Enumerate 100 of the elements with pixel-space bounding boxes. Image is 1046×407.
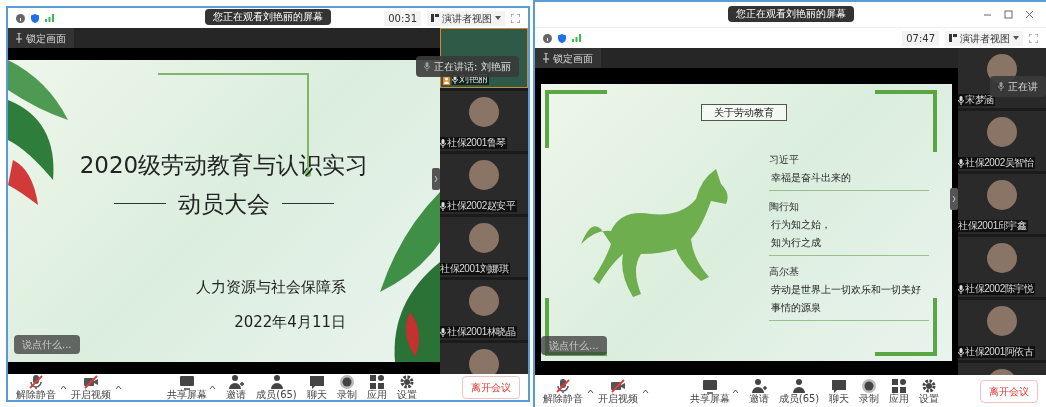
layout-icon [949, 34, 957, 42]
info-icon[interactable] [16, 13, 25, 23]
screen-share-banner: 您正在观看刘艳丽的屏幕 [205, 9, 331, 25]
participant-name: 社保2001林晓晶 [447, 326, 516, 338]
caret-icon[interactable] [115, 384, 122, 390]
toolbar-button[interactable]: 开启视频 [598, 378, 638, 404]
view-mode-dropdown[interactable]: 演讲者视图 [427, 10, 505, 26]
participant-name: 社保2002吴智怡 [965, 157, 1034, 169]
quote-author: 陶行知 [769, 200, 800, 214]
shield-icon[interactable] [558, 33, 566, 43]
quote-text: 知为行之成 [770, 236, 822, 250]
participant-name: 社保2002赵安平 [447, 200, 516, 212]
avatar [987, 243, 1017, 273]
leave-meeting-button[interactable]: 离开会议 [980, 379, 1038, 403]
speaking-indicator: 正在讲话: 刘艳丽 [416, 56, 519, 77]
slide-subtitle: 动员大会 [178, 189, 270, 219]
slide-title: 2020级劳动教育与认识实习 [79, 151, 369, 180]
record-icon [861, 378, 878, 394]
caret-icon[interactable] [587, 388, 594, 394]
screen-icon [179, 374, 196, 390]
toolbar-button[interactable]: 录制 [859, 378, 880, 404]
screen-share-banner: 您正在观看刘艳丽的屏幕 [727, 6, 854, 22]
microphone-icon [998, 82, 1004, 91]
microphone-icon [424, 62, 430, 71]
toolbar-button[interactable]: 开启视频 [71, 374, 111, 400]
person-plus-icon [228, 374, 245, 390]
toolbar-button[interactable]: 聊天 [306, 374, 327, 400]
chat-icon [831, 378, 848, 394]
avatar [469, 349, 499, 374]
toolbar-button[interactable]: 邀请 [748, 378, 769, 404]
meeting-timer: 00:31 [384, 10, 421, 26]
fullscreen-icon[interactable] [511, 13, 520, 23]
quote-text: 行为知之始， [770, 218, 832, 232]
participant-name: 宋梦涵 [965, 94, 994, 106]
apps-icon [891, 378, 908, 394]
chevron-right-icon[interactable] [432, 168, 440, 190]
settings-icon [398, 374, 415, 390]
toolbar-button[interactable]: 成员(65) [778, 378, 820, 404]
caret-down-icon [495, 16, 501, 20]
pin-icon [543, 53, 549, 63]
quote-text: 劳动是世界上一切欢乐和一切美好 [770, 283, 922, 297]
caret-icon[interactable] [642, 388, 649, 394]
toolbar-button[interactable]: 聊天 [829, 378, 850, 404]
view-mode-dropdown[interactable]: 演讲者视图 [945, 30, 1023, 46]
slide-date: 2022年4月11日 [234, 311, 346, 333]
toolbar-button[interactable]: 共享屏幕 [167, 374, 208, 400]
chevron-right-icon[interactable] [950, 188, 958, 210]
apps-icon [368, 374, 385, 390]
participant-name: 社保2001邱宇鑫 [958, 220, 1027, 232]
person-icon [268, 374, 285, 390]
slide-department: 人力资源与社会保障系 [196, 277, 346, 298]
toolbar-button[interactable]: 应用 [889, 378, 910, 404]
leave-meeting-button[interactable]: 离开会议 [462, 375, 520, 399]
caret-icon[interactable] [731, 388, 739, 394]
pin-icon [16, 33, 22, 43]
toolbar-button[interactable]: 应用 [366, 374, 387, 400]
toolbar-button[interactable]: 邀请 [226, 374, 247, 400]
person-icon [791, 378, 807, 394]
avatar [469, 97, 499, 127]
toolbar-button[interactable]: 解除静音 [16, 374, 56, 400]
fullscreen-icon[interactable] [1029, 33, 1038, 43]
shield-icon[interactable] [31, 13, 39, 23]
avatar [469, 223, 499, 253]
avatar [987, 117, 1017, 147]
toolbar-button[interactable]: 录制 [336, 374, 357, 400]
toolbar-button[interactable]: 解除静音 [543, 378, 583, 404]
close-icon[interactable] [1025, 10, 1034, 19]
avatar [469, 286, 499, 316]
chat-input-field[interactable]: 说点什么... [541, 336, 607, 355]
toolbar-button[interactable]: 设置 [396, 374, 417, 400]
avatar [469, 160, 499, 190]
toolbar-button[interactable]: 共享屏幕 [689, 378, 730, 404]
settings-icon [921, 378, 938, 394]
chat-icon [308, 374, 325, 390]
participant-name: 社保2001阿依古 [965, 346, 1034, 358]
participant-name: 社保2001刘娜琪 [440, 263, 509, 275]
quote-text: 事情的源泉 [770, 301, 822, 315]
caret-icon[interactable] [209, 384, 217, 390]
caret-icon[interactable] [60, 384, 67, 390]
chat-input-field[interactable]: 说点什么... [14, 335, 80, 354]
quote-author: 高尔基 [769, 265, 800, 279]
info-icon[interactable] [543, 33, 552, 43]
meeting-timer: 07:47 [902, 30, 939, 46]
caret-down-icon [1013, 36, 1019, 40]
avatar [987, 306, 1017, 336]
signal-icon [572, 34, 581, 42]
record-icon [338, 374, 355, 390]
toolbar-button[interactable]: 成员(65) [256, 374, 297, 400]
toolbar-button[interactable]: 设置 [919, 378, 940, 404]
slide-heading: 关于劳动教育 [701, 104, 787, 121]
screen-icon [701, 378, 718, 394]
quote-text: 幸福是奋斗出来的 [770, 171, 852, 185]
avatar [987, 180, 1017, 210]
quote-author: 习近平 [769, 153, 800, 167]
pin-screen-button[interactable]: 锁定画面 [8, 28, 74, 48]
participant-name: 社保2001鲁琴 [447, 137, 507, 149]
maximize-icon[interactable] [1004, 10, 1013, 19]
pin-screen-button[interactable]: 锁定画面 [535, 48, 601, 68]
person-plus-icon [750, 378, 767, 394]
signal-icon [45, 14, 54, 22]
